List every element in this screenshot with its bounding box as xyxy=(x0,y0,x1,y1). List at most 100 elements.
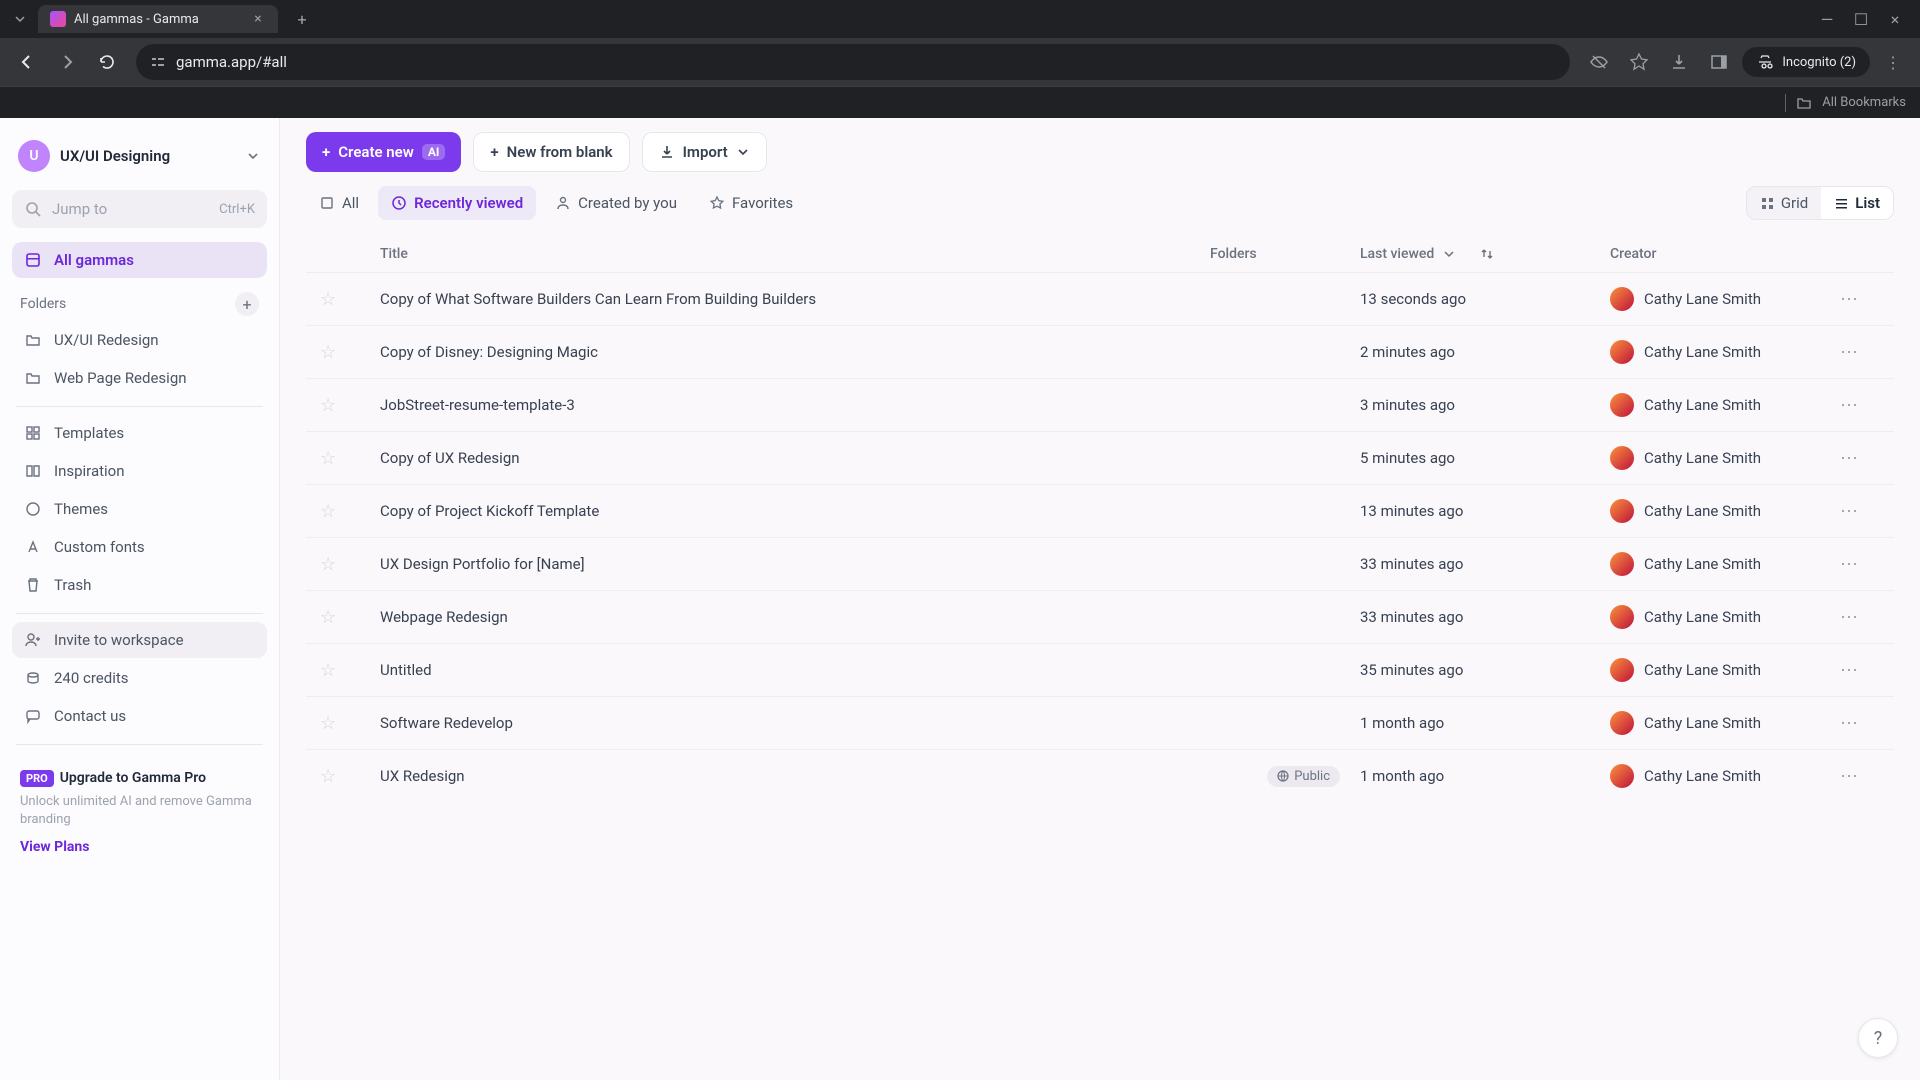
nav-templates[interactable]: Templates xyxy=(12,415,267,451)
table-row[interactable]: ☆UX RedesignPublic1 month agoCathy Lane … xyxy=(306,749,1894,802)
more-options-icon[interactable]: ⋯ xyxy=(1840,342,1859,363)
incognito-indicator[interactable]: Incognito (2) xyxy=(1742,47,1870,77)
back-button[interactable] xyxy=(10,45,44,79)
col-folders[interactable]: Folders xyxy=(1210,246,1360,262)
more-options-icon[interactable]: ⋯ xyxy=(1840,554,1859,575)
sort-toggle-icon[interactable] xyxy=(1480,247,1494,261)
sidebar-folder-item[interactable]: Web Page Redesign xyxy=(12,360,267,396)
import-icon xyxy=(659,144,675,160)
workspace-switcher[interactable]: U UX/UI Designing xyxy=(12,132,267,180)
divider xyxy=(16,613,263,614)
table-row[interactable]: ☆JobStreet-resume-template-33 minutes ag… xyxy=(306,378,1894,431)
sidebar-folder-item[interactable]: UX/UI Redesign xyxy=(12,322,267,358)
coins-icon xyxy=(24,669,42,687)
user-icon xyxy=(555,195,571,211)
col-creator[interactable]: Creator xyxy=(1610,246,1840,262)
table-row[interactable]: ☆Copy of UX Redesign5 minutes agoCathy L… xyxy=(306,431,1894,484)
nav-all-gammas[interactable]: All gammas xyxy=(12,242,267,278)
tab-all[interactable]: All xyxy=(306,186,372,220)
reload-button[interactable] xyxy=(90,45,124,79)
nav-themes[interactable]: Themes xyxy=(12,491,267,527)
import-button[interactable]: Import xyxy=(642,132,767,172)
close-tab-icon[interactable]: × xyxy=(250,11,266,27)
site-settings-icon[interactable] xyxy=(150,54,166,70)
favorite-star-icon[interactable]: ☆ xyxy=(320,448,336,469)
table-row[interactable]: ☆Untitled35 minutes agoCathy Lane Smith⋯ xyxy=(306,643,1894,696)
more-options-icon[interactable]: ⋯ xyxy=(1840,660,1859,681)
nav-custom-fonts[interactable]: Custom fonts xyxy=(12,529,267,565)
view-plans-link[interactable]: View Plans xyxy=(20,839,89,855)
menu-icon[interactable]: ⋮ xyxy=(1876,45,1910,79)
help-button[interactable]: ? xyxy=(1858,1018,1898,1058)
favorite-star-icon[interactable]: ☆ xyxy=(320,501,336,522)
address-bar[interactable]: gamma.app/#all xyxy=(136,44,1570,80)
more-options-icon[interactable]: ⋯ xyxy=(1840,766,1859,787)
tab-label: All xyxy=(342,194,359,212)
col-title[interactable]: Title xyxy=(380,246,1210,262)
more-options-icon[interactable]: ⋯ xyxy=(1840,289,1859,310)
close-window-icon[interactable]: × xyxy=(1878,2,1912,36)
minimize-window-icon[interactable]: — xyxy=(1810,2,1844,36)
row-title: Copy of Project Kickoff Template xyxy=(380,502,599,520)
jump-to-search[interactable]: Jump to Ctrl+K xyxy=(12,190,267,228)
favorite-star-icon[interactable]: ☆ xyxy=(320,713,336,734)
tab-recently-viewed[interactable]: Recently viewed xyxy=(378,186,536,220)
favorite-star-icon[interactable]: ☆ xyxy=(320,607,336,628)
table-row[interactable]: ☆Copy of Project Kickoff Template13 minu… xyxy=(306,484,1894,537)
tab-favorites[interactable]: Favorites xyxy=(696,186,806,220)
new-tab-button[interactable]: + xyxy=(288,5,316,33)
more-options-icon[interactable]: ⋯ xyxy=(1840,395,1859,416)
nav-invite[interactable]: Invite to workspace xyxy=(12,622,267,658)
download-icon[interactable] xyxy=(1662,45,1696,79)
more-options-icon[interactable]: ⋯ xyxy=(1840,501,1859,522)
nav-trash[interactable]: Trash xyxy=(12,567,267,603)
eye-off-icon[interactable] xyxy=(1582,45,1616,79)
nav-label: Themes xyxy=(54,500,108,518)
favorite-star-icon[interactable]: ☆ xyxy=(320,395,336,416)
col-last-viewed[interactable]: Last viewed xyxy=(1360,246,1610,262)
favorite-star-icon[interactable]: ☆ xyxy=(320,660,336,681)
nav-contact[interactable]: Contact us xyxy=(12,698,267,734)
incognito-icon xyxy=(1756,53,1774,71)
table-row[interactable]: ☆Copy of What Software Builders Can Lear… xyxy=(306,272,1894,325)
browser-tab[interactable]: All gammas - Gamma × xyxy=(38,5,278,33)
new-from-blank-button[interactable]: +New from blank xyxy=(473,132,629,172)
table-row[interactable]: ☆Software Redevelop1 month agoCathy Lane… xyxy=(306,696,1894,749)
more-options-icon[interactable]: ⋯ xyxy=(1840,713,1859,734)
sidebar: U UX/UI Designing Jump to Ctrl+K All gam… xyxy=(0,118,280,1080)
favorite-star-icon[interactable]: ☆ xyxy=(320,342,336,363)
star-icon[interactable] xyxy=(1622,45,1656,79)
row-title: Webpage Redesign xyxy=(380,608,508,626)
folders-label: Folders xyxy=(20,296,66,312)
public-badge: Public xyxy=(1267,766,1340,787)
add-folder-button[interactable]: + xyxy=(235,292,259,316)
favorite-star-icon[interactable]: ☆ xyxy=(320,289,336,310)
favorite-star-icon[interactable]: ☆ xyxy=(320,554,336,575)
tab-created-by-you[interactable]: Created by you xyxy=(542,186,690,220)
pro-subtitle: Unlock unlimited AI and remove Gamma bra… xyxy=(20,793,259,829)
view-grid-button[interactable]: Grid xyxy=(1747,187,1821,219)
side-panel-icon[interactable] xyxy=(1702,45,1736,79)
row-last-viewed: 3 minutes ago xyxy=(1360,396,1610,414)
stack-icon xyxy=(319,195,335,211)
more-options-icon[interactable]: ⋯ xyxy=(1840,607,1859,628)
table-row[interactable]: ☆Webpage Redesign33 minutes agoCathy Lan… xyxy=(306,590,1894,643)
nav-inspiration[interactable]: Inspiration xyxy=(12,453,267,489)
font-icon xyxy=(24,538,42,556)
url-text: gamma.app/#all xyxy=(176,53,287,71)
row-last-viewed: 13 seconds ago xyxy=(1360,290,1610,308)
creator-name: Cathy Lane Smith xyxy=(1644,396,1761,414)
table-row[interactable]: ☆UX Design Portfolio for [Name]33 minute… xyxy=(306,537,1894,590)
more-options-icon[interactable]: ⋯ xyxy=(1840,448,1859,469)
tab-search-dropdown[interactable] xyxy=(8,7,32,31)
nav-label: Inspiration xyxy=(54,462,125,480)
all-bookmarks-link[interactable]: All Bookmarks xyxy=(1822,95,1906,110)
view-list-button[interactable]: List xyxy=(1821,187,1893,219)
forward-button[interactable] xyxy=(50,45,84,79)
book-icon xyxy=(24,462,42,480)
maximize-window-icon[interactable]: ☐ xyxy=(1844,2,1878,36)
nav-credits[interactable]: 240 credits xyxy=(12,660,267,696)
favorite-star-icon[interactable]: ☆ xyxy=(320,766,336,787)
create-new-button[interactable]: + Create new AI xyxy=(306,132,461,172)
table-row[interactable]: ☆Copy of Disney: Designing Magic2 minute… xyxy=(306,325,1894,378)
